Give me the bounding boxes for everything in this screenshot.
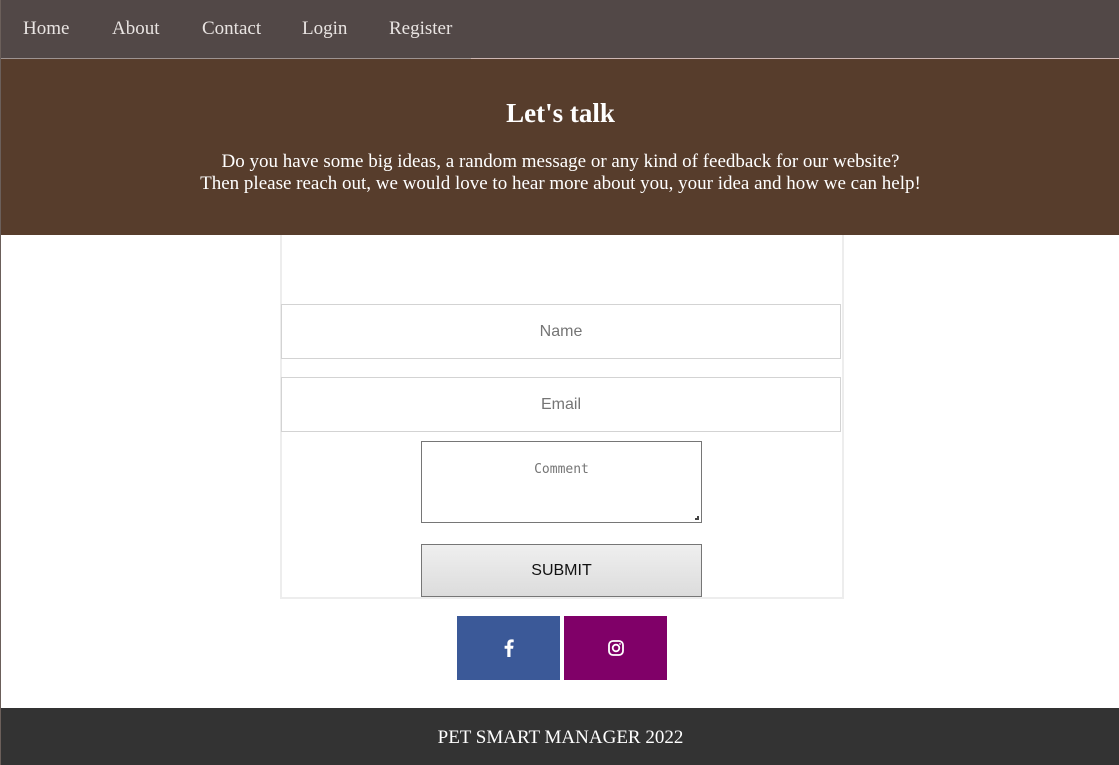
email-input[interactable] bbox=[281, 377, 841, 432]
page-footer: PET SMART MANAGER 2022 bbox=[1, 708, 1119, 765]
instagram-icon bbox=[607, 640, 624, 656]
hero-description-line-1: Do you have some big ideas, a random mes… bbox=[221, 151, 900, 172]
footer-text: PET SMART MANAGER 2022 bbox=[437, 727, 684, 748]
nav-home-link[interactable]: Home bbox=[23, 18, 69, 40]
name-input[interactable] bbox=[281, 304, 841, 359]
submit-button[interactable]: SUBMIT bbox=[421, 544, 702, 597]
instagram-button[interactable] bbox=[564, 616, 667, 680]
nav-login-link[interactable]: Login bbox=[302, 18, 347, 40]
comment-textarea[interactable] bbox=[421, 441, 702, 523]
hero-banner: Let's talk Do you have some big ideas, a… bbox=[1, 59, 1119, 235]
hero-description-line-2: Then please reach out, we would love to … bbox=[200, 173, 921, 194]
facebook-icon bbox=[504, 639, 514, 657]
nav-register-link[interactable]: Register bbox=[389, 18, 452, 40]
textarea-resize-handle[interactable] bbox=[695, 516, 699, 520]
nav-contact-link[interactable]: Contact bbox=[202, 18, 261, 40]
facebook-button[interactable] bbox=[457, 616, 560, 680]
hero-description: Do you have some big ideas, a random mes… bbox=[1, 151, 1119, 195]
top-navbar: Home About Contact Login Register bbox=[1, 0, 1119, 59]
nav-about-link[interactable]: About bbox=[112, 18, 160, 40]
page-title: Let's talk bbox=[506, 98, 615, 128]
